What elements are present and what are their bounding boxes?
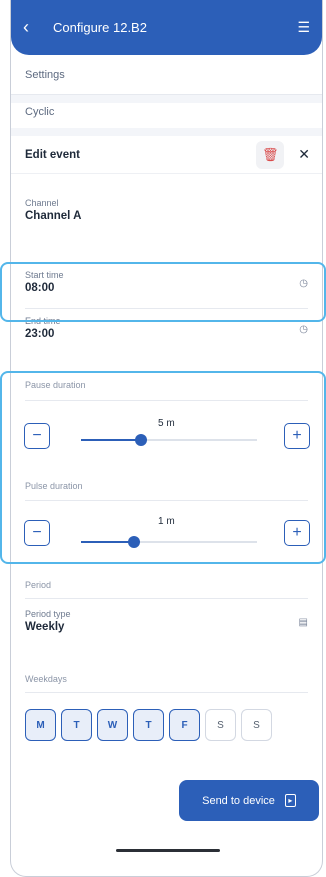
section-cyclic[interactable]: Cyclic [11,92,322,132]
top-app-bar: ‹ Configure 12.B2 ☰ [11,0,322,55]
pause-slider-thumb[interactable] [134,434,147,446]
clock-icon[interactable]: ◷ [299,278,308,289]
divider [25,500,308,501]
pause-decrease-button[interactable]: − [24,423,50,449]
send-to-device-button[interactable]: Send to device ▸ [179,780,319,821]
edit-event-title: Edit event [25,148,80,161]
channel-field[interactable]: Channel Channel A [25,198,308,222]
chevron-left-icon[interactable]: ‹ [23,17,45,38]
clock-icon[interactable]: ◷ [299,324,308,335]
pause-slider-fill [81,439,141,441]
period-type-field[interactable]: Period type Weekly ▤ [25,609,308,633]
close-icon[interactable]: ✕ [298,146,310,163]
section-settings-label: Settings [25,68,65,81]
pulse-slider-fill [81,541,134,543]
pulse-duration-label: Pulse duration [25,481,83,491]
weekdays-label: Weekdays [25,674,67,684]
pulse-decrease-button[interactable]: − [24,520,50,546]
pause-duration-label: Pause duration [25,380,86,390]
pause-value: 5 m [158,418,175,429]
divider [25,308,308,309]
divider [25,400,308,401]
pause-increase-button[interactable]: + [284,423,310,449]
trash-icon[interactable]: 🗑 [256,140,285,169]
edit-event-header: Edit event 🗑 ✕ [11,136,322,174]
start-time-caption: Start time [25,270,64,280]
weekday-toggle[interactable]: T [61,709,92,741]
list-icon[interactable]: ▤ [299,617,308,628]
card-gap [11,128,322,136]
end-time-caption: End time [25,316,61,326]
section-cyclic-label: Cyclic [25,106,55,118]
start-time-field[interactable]: Start time 08:00 ◷ [25,270,308,294]
pulse-value: 1 m [158,516,175,527]
period-type-value: Weekly [25,621,65,633]
pulse-increase-button[interactable]: + [284,520,310,546]
section-settings[interactable]: Settings [11,55,322,95]
weekday-toggle[interactable]: F [169,709,200,741]
home-indicator [116,849,220,852]
channel-value: Channel A [25,210,82,222]
weekday-selector: MTWTFSS [25,709,272,741]
period-type-caption: Period type [25,609,71,619]
end-time-value: 23:00 [25,328,55,340]
send-device-icon: ▸ [284,794,296,807]
divider [25,692,308,693]
weekday-toggle[interactable]: S [241,709,272,741]
pulse-slider-thumb[interactable] [127,536,140,548]
send-to-device-label: Send to device [202,794,275,807]
period-label: Period [25,580,52,590]
divider [25,598,308,599]
start-time-value: 08:00 [25,282,55,294]
list-add-icon[interactable]: ☰ [297,19,310,36]
weekday-toggle[interactable]: M [25,709,56,741]
weekday-toggle[interactable]: W [97,709,128,741]
weekday-toggle[interactable]: T [133,709,164,741]
phone-frame: ‹ Configure 12.B2 ☰ Settings Cyclic Edit… [10,0,323,877]
channel-caption: Channel [25,198,59,208]
page-title: Configure 12.B2 [53,20,147,35]
weekday-toggle[interactable]: S [205,709,236,741]
end-time-field[interactable]: End time 23:00 ◷ [25,316,308,340]
